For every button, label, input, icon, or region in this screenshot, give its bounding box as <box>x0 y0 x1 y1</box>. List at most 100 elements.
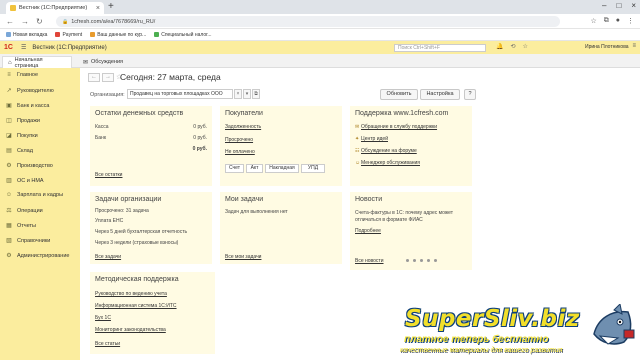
browser-tab[interactable]: Вестник (1С:Предприятие) × <box>6 2 104 14</box>
invoice-chip[interactable]: Счет <box>225 164 244 173</box>
extensions-icon[interactable]: ⧉ <box>604 17 609 25</box>
minimize-icon[interactable]: – <box>602 1 606 10</box>
url-field[interactable]: 🔒 1cfresh.com/a/ea/7678669/ru_RU/ <box>56 16 560 27</box>
menu-lines-icon: ≡ <box>7 72 11 78</box>
pager-dot[interactable] <box>406 259 409 262</box>
bookmark-item[interactable]: Специальный налог... <box>154 32 212 38</box>
address-bar: ← → ↻ 🔒 1cfresh.com/a/ea/7678669/ru_RU/ … <box>0 14 640 29</box>
url-text: 1cfresh.com/a/ea/7678669/ru_RU/ <box>71 18 156 25</box>
methodic-panel: Методическая поддержка Руководство по ве… <box>90 272 215 354</box>
overdue-link[interactable]: Просрочено <box>225 137 253 143</box>
sidebar-item-director[interactable]: ↗ Руководителю <box>5 87 53 95</box>
more-link[interactable]: Подробнее <box>355 228 381 234</box>
unpaid-link[interactable]: Не оплачено <box>225 149 255 155</box>
star-icon[interactable]: ☆ <box>523 43 528 50</box>
sidebar-item-assets[interactable]: ▥ ОС и НМА <box>5 177 43 185</box>
forum-link[interactable]: ☷ Обсуждение на форуме <box>355 148 417 154</box>
dropdown-icon[interactable]: ▾ <box>243 89 251 99</box>
header-icons: 🔔 ⟲ ☆ <box>496 43 528 50</box>
news-text: Счета-фактуры в 1С: почему адрес может <box>355 210 454 216</box>
maximize-icon[interactable]: □ <box>616 1 621 10</box>
reload-icon[interactable]: ↻ <box>36 17 43 26</box>
back-arrow-icon[interactable]: ← <box>88 73 100 82</box>
settings-button[interactable]: Настройка <box>420 89 460 100</box>
guide-link[interactable]: Руководство по ведению учета <box>95 291 167 297</box>
chat-icon: ✉ <box>83 59 89 66</box>
open-icon[interactable]: ⧉ <box>252 89 260 99</box>
pager-dot[interactable] <box>434 259 437 262</box>
browser-tab-title: Вестник (1С:Предприятие) <box>19 5 88 11</box>
all-my-tasks-link[interactable]: Все мои задачи <box>225 254 261 260</box>
home-icon: ⌂ <box>8 59 12 66</box>
news-title: Новости <box>355 196 383 203</box>
user-name[interactable]: Ирина Плотникова <box>585 44 629 50</box>
debt-link[interactable]: Задолженность <box>225 124 261 130</box>
close-tab-icon[interactable]: × <box>96 5 100 12</box>
browser-toolbar: ☆ ⧉ ● ⋮ <box>590 17 634 25</box>
sidebar-item-main[interactable]: ≡ Главное <box>5 72 38 78</box>
help-button[interactable]: ? <box>464 89 476 100</box>
close-window-icon[interactable]: × <box>631 1 636 10</box>
bell-icon[interactable]: 🔔 <box>496 43 503 50</box>
clear-icon[interactable]: × <box>234 89 242 99</box>
sidebar-item-purchases[interactable]: ◪ Покупки <box>5 132 38 140</box>
sidebar-item-salary[interactable]: ☺ Зарплата и кадры <box>5 192 63 198</box>
bookmark-item[interactable]: Новая вкладка <box>6 32 47 38</box>
hamburger-icon[interactable]: ☰ <box>21 44 26 51</box>
law-monitoring-link[interactable]: Мониторинг законодательства <box>95 327 166 333</box>
forward-arrow-icon[interactable]: → <box>102 73 114 82</box>
buh-link[interactable]: Бух 1С <box>95 315 111 321</box>
all-articles-link[interactable]: Все статьи <box>95 341 120 347</box>
buyers-panel: Покупатели Задолженность Просрочено Не о… <box>220 106 342 186</box>
new-tab-icon[interactable]: + <box>108 1 114 12</box>
all-news-link[interactable]: Все новости <box>355 258 384 264</box>
pager-dot[interactable] <box>413 259 416 262</box>
bookmark-star-icon[interactable]: ☆ <box>590 17 596 25</box>
global-search-input[interactable]: Поиск Ctrl+Shift+F <box>394 44 486 52</box>
sidebar-item-bank[interactable]: ▣ Банк и касса <box>5 102 49 110</box>
org-label: Организация: <box>90 92 125 98</box>
app-header: 1С ☰ Вестник (1С:Предприятие) Поиск Ctrl… <box>0 41 640 54</box>
sidebar-item-sales[interactable]: ◫ Продажи <box>5 117 40 125</box>
tab-home[interactable]: ⌂ Начальная страница <box>2 56 72 69</box>
refresh-button[interactable]: Обновить <box>380 89 418 100</box>
bookmark-item[interactable]: Ваш данные по кур... <box>90 32 146 38</box>
cash-title: Остатки денежных средств <box>95 110 184 117</box>
watermark-slogan: платное теперь бесплатно <box>404 334 549 345</box>
manager-link[interactable]: ☺Менеджер обслуживания <box>355 160 420 166</box>
tab-discussions[interactable]: ✉ Обсуждения <box>78 56 128 68</box>
bookmark-item[interactable]: Payment <box>55 32 82 38</box>
cash-panel: Остатки денежных средств Касса 0 руб. Ба… <box>90 106 212 186</box>
upd-chip[interactable]: УПД <box>301 164 325 173</box>
sidebar-item-reports[interactable]: ▦ Отчеты <box>5 222 36 230</box>
act-chip[interactable]: Акт <box>246 164 263 173</box>
all-tasks-link[interactable]: Все задачи <box>95 254 121 260</box>
forward-icon[interactable]: → <box>21 17 29 26</box>
sidebar-item-operations[interactable]: ⚖ Операции <box>5 207 42 215</box>
history-icon[interactable]: ⟲ <box>510 43 515 50</box>
sidebar-item-warehouse[interactable]: ▤ Склад <box>5 147 33 155</box>
support-request-link[interactable]: ✉ Обращение в службу поддержки <box>355 124 437 130</box>
bookmark-icon <box>55 32 61 37</box>
sidebar-item-catalogs[interactable]: ▧ Справочники <box>5 237 50 245</box>
all-balances-link[interactable]: Все остатки <box>95 172 122 178</box>
my-tasks-panel: Мои задачи Задач для выполнения нет Все … <box>220 192 342 264</box>
waybill-chip[interactable]: Накладная <box>265 164 299 173</box>
report-icon: ▦ <box>6 223 12 229</box>
ideas-link[interactable]: ✦ Центр идей <box>355 136 388 142</box>
pager-dot[interactable] <box>427 259 430 262</box>
people-icon: ☺ <box>5 192 13 198</box>
pager-dot[interactable] <box>420 259 423 262</box>
app-menu-icon[interactable]: ≡ <box>632 43 636 49</box>
chart-icon: ↗ <box>6 88 12 94</box>
buyers-title: Покупатели <box>225 110 263 117</box>
profile-icon[interactable]: ● <box>616 17 620 25</box>
org-select[interactable]: Продавец на торговых площадках ООО <box>127 89 233 99</box>
menu-icon[interactable]: ⋮ <box>627 17 634 25</box>
its-link[interactable]: Информационная система 1С:ИТС <box>95 303 177 309</box>
sidebar-item-admin[interactable]: ⚙ Администрирование <box>5 252 69 260</box>
back-icon[interactable]: ← <box>6 17 14 26</box>
bank-value: 0 руб. <box>193 135 207 141</box>
sidebar-item-production[interactable]: ⚙ Производство <box>5 162 53 170</box>
book-icon: ▧ <box>6 238 12 244</box>
